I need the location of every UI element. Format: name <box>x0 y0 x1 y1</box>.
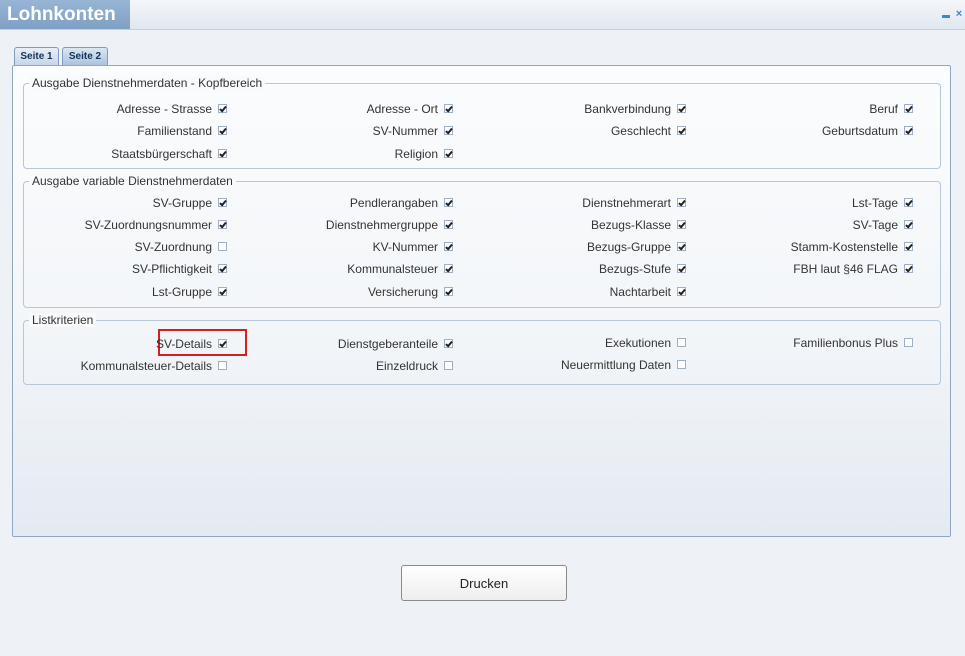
option-label: SV-Tage <box>852 218 898 232</box>
checkbox[interactable] <box>904 126 913 135</box>
option-beruf[interactable]: Beruf <box>24 102 913 116</box>
option-neuermittlung-daten[interactable]: Neuermittlung Daten <box>24 358 686 372</box>
option-religion[interactable]: Religion <box>24 147 453 161</box>
option-label: Lst-Tage <box>851 196 898 210</box>
option-label: Nachtarbeit <box>609 285 671 299</box>
window-title: Lohnkonten <box>0 0 130 29</box>
option-label: Beruf <box>869 102 898 116</box>
checkbox[interactable] <box>904 220 913 229</box>
group-title: Ausgabe variable Dienstnehmerdaten <box>29 174 236 188</box>
option-label: Familienbonus Plus <box>793 336 898 350</box>
group-listkriterien: Listkriterien SV-Details Dienstgeberante… <box>23 313 941 385</box>
option-label: Neuermittlung Daten <box>560 358 671 372</box>
checkbox[interactable] <box>904 264 913 273</box>
print-button[interactable]: Drucken <box>401 565 567 601</box>
checkbox[interactable] <box>677 360 686 369</box>
option-familienbonus-plus[interactable]: Familienbonus Plus <box>24 336 913 350</box>
group-kopfbereich: Ausgabe Dienstnehmerdaten - Kopfbereich … <box>23 76 941 169</box>
option-sv-tage[interactable]: SV-Tage <box>24 218 913 232</box>
close-icon[interactable]: × <box>954 9 964 20</box>
group-variable-daten: Ausgabe variable Dienstnehmerdaten SV-Gr… <box>23 174 941 308</box>
checkbox[interactable] <box>677 287 686 296</box>
minimize-icon[interactable] <box>941 9 951 19</box>
tab-seite-1[interactable]: Seite 1 <box>14 47 59 65</box>
window-titlebar: Lohnkonten × <box>0 0 965 30</box>
option-lst-tage[interactable]: Lst-Tage <box>24 196 913 210</box>
group-title: Ausgabe Dienstnehmerdaten - Kopfbereich <box>29 76 266 90</box>
option-nachtarbeit[interactable]: Nachtarbeit <box>24 285 686 299</box>
checkbox[interactable] <box>904 198 913 207</box>
option-label: Stamm-Kostenstelle <box>790 240 898 254</box>
option-fbh-laut-46-flag[interactable]: FBH laut §46 FLAG <box>24 262 913 276</box>
checkbox[interactable] <box>904 242 913 251</box>
group-title: Listkriterien <box>29 313 97 327</box>
option-label: Geburtsdatum <box>821 124 898 138</box>
checkbox[interactable] <box>904 104 913 113</box>
tab-seite-2[interactable]: Seite 2 <box>62 47 108 65</box>
option-label: FBH laut §46 FLAG <box>793 262 898 276</box>
option-label: Religion <box>394 147 438 161</box>
checkbox[interactable] <box>904 338 913 347</box>
tab-panel: Ausgabe Dienstnehmerdaten - Kopfbereich … <box>12 65 951 537</box>
checkbox[interactable] <box>444 149 453 158</box>
option-stamm-kostenstelle[interactable]: Stamm-Kostenstelle <box>24 240 913 254</box>
option-geburtsdatum[interactable]: Geburtsdatum <box>24 124 913 138</box>
